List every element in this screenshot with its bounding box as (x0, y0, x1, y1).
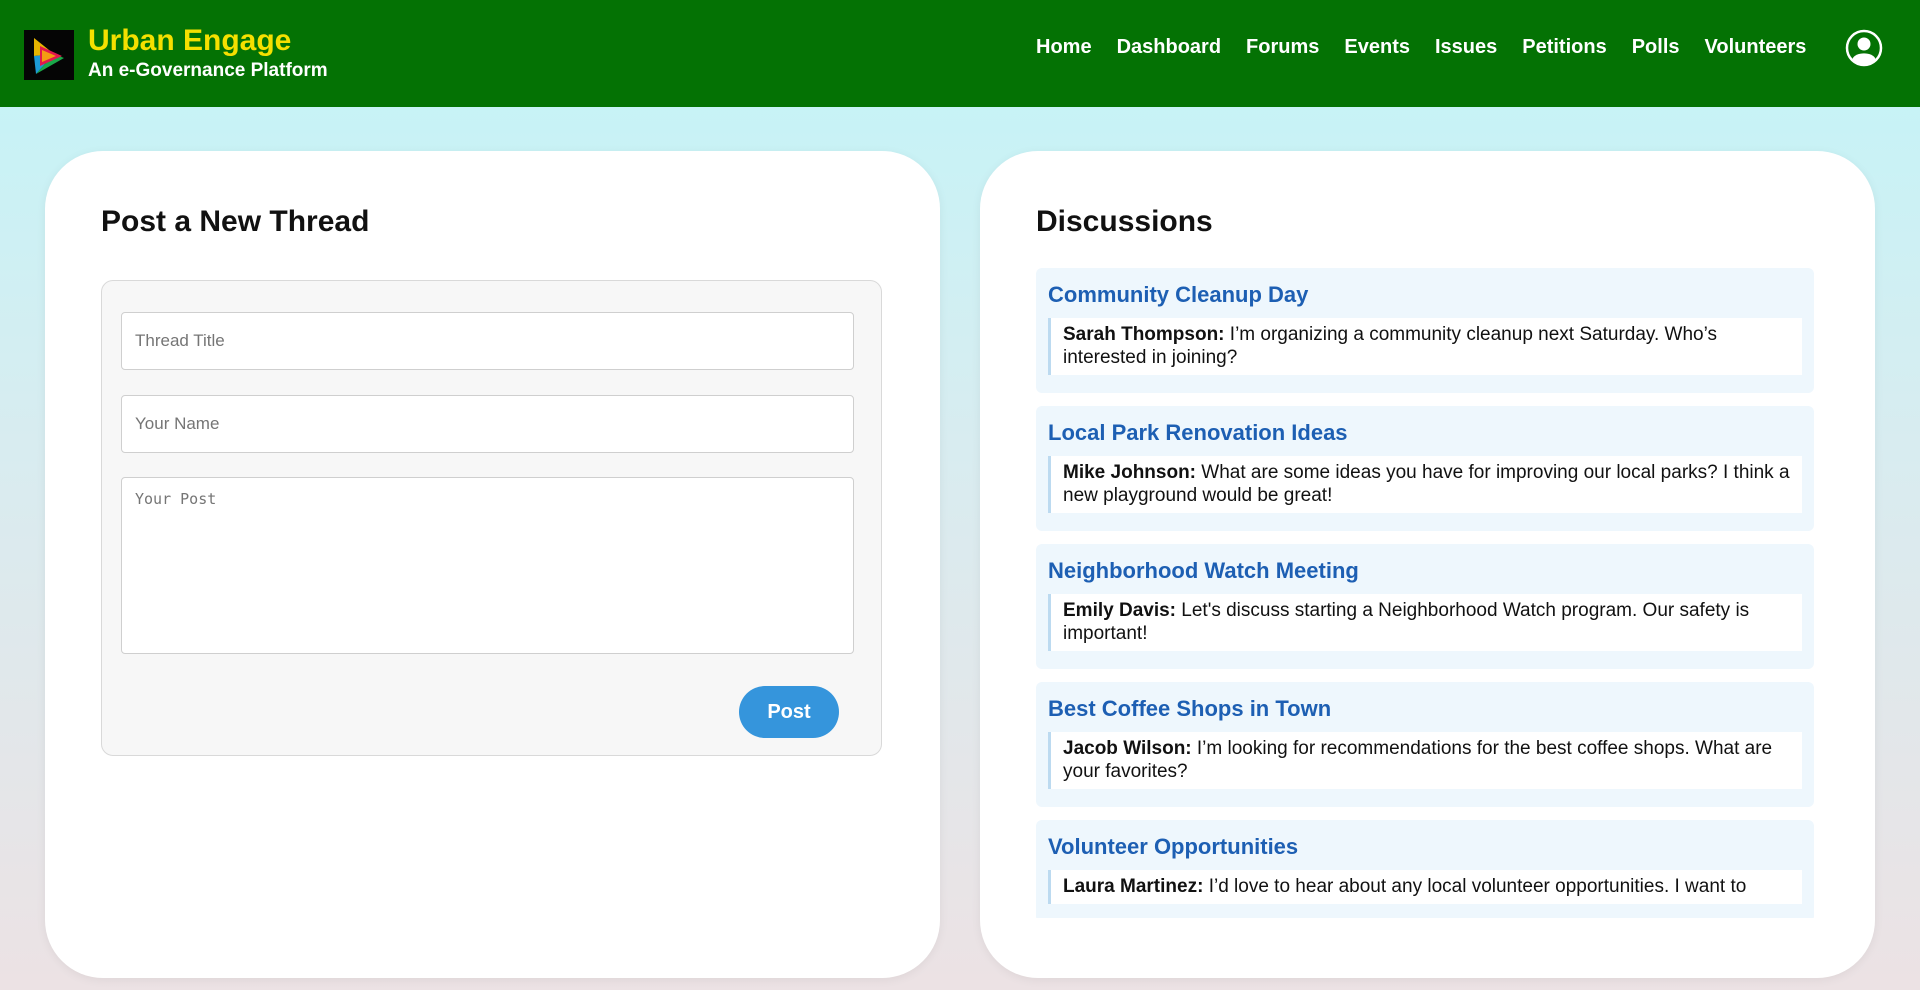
thread-author: Jacob Wilson: (1063, 738, 1192, 759)
user-account-icon[interactable] (1845, 29, 1883, 67)
main-nav: Home Dashboard Forums Events Issues Peti… (1036, 36, 1831, 59)
thread-text: I’d love to hear about any local volunte… (1203, 876, 1747, 897)
thread-post: Mike Johnson: What are some ideas you ha… (1048, 456, 1802, 513)
nav-petitions[interactable]: Petitions (1522, 36, 1606, 59)
thread-title-link[interactable]: Best Coffee Shops in Town (1048, 696, 1802, 722)
nav-polls[interactable]: Polls (1632, 36, 1680, 59)
post-body-textarea[interactable] (121, 477, 854, 654)
new-thread-card: Post a New Thread Post (45, 151, 940, 978)
thread-title-input[interactable] (121, 312, 854, 370)
thread-item: Community Cleanup Day Sarah Thompson: I’… (1036, 268, 1814, 393)
thread-post: Laura Martinez: I’d love to hear about a… (1048, 870, 1802, 904)
thread-post: Emily Davis: Let's discuss starting a Ne… (1048, 594, 1802, 651)
thread-author: Mike Johnson: (1063, 462, 1197, 483)
nav-events[interactable]: Events (1344, 36, 1410, 59)
thread-item: Best Coffee Shops in Town Jacob Wilson: … (1036, 682, 1814, 807)
discussions-heading: Discussions (1036, 205, 1213, 238)
nav-volunteers[interactable]: Volunteers (1705, 36, 1807, 59)
thread-post: Jacob Wilson: I’m looking for recommenda… (1048, 732, 1802, 789)
brand-title: Urban Engage (88, 24, 292, 57)
top-header: Urban Engage An e-Governance Platform Ho… (0, 0, 1920, 107)
thread-item: Volunteer Opportunities Laura Martinez: … (1036, 820, 1814, 918)
author-name-input[interactable] (121, 395, 854, 453)
thread-author: Emily Davis: (1063, 600, 1176, 621)
nav-issues[interactable]: Issues (1435, 36, 1497, 59)
thread-item: Neighborhood Watch Meeting Emily Davis: … (1036, 544, 1814, 669)
new-thread-form: Post (101, 280, 882, 756)
post-button[interactable]: Post (739, 686, 839, 738)
brand-subtitle: An e-Governance Platform (88, 60, 328, 81)
thread-author: Laura Martinez: (1063, 876, 1204, 897)
discussions-card: Discussions Community Cleanup Day Sarah … (980, 151, 1875, 978)
nav-dashboard[interactable]: Dashboard (1117, 36, 1221, 59)
thread-post: Sarah Thompson: I’m organizing a communi… (1048, 318, 1802, 375)
new-thread-heading: Post a New Thread (101, 205, 370, 238)
thread-title-link[interactable]: Local Park Renovation Ideas (1048, 420, 1802, 446)
app-logo-icon[interactable] (24, 30, 74, 80)
thread-title-link[interactable]: Community Cleanup Day (1048, 282, 1802, 308)
thread-item: Local Park Renovation Ideas Mike Johnson… (1036, 406, 1814, 531)
thread-author: Sarah Thompson: (1063, 324, 1225, 345)
nav-home[interactable]: Home (1036, 36, 1092, 59)
thread-title-link[interactable]: Neighborhood Watch Meeting (1048, 558, 1802, 584)
discussion-list[interactable]: Community Cleanup Day Sarah Thompson: I’… (1036, 268, 1826, 918)
thread-title-link[interactable]: Volunteer Opportunities (1048, 834, 1802, 860)
nav-forums[interactable]: Forums (1246, 36, 1319, 59)
